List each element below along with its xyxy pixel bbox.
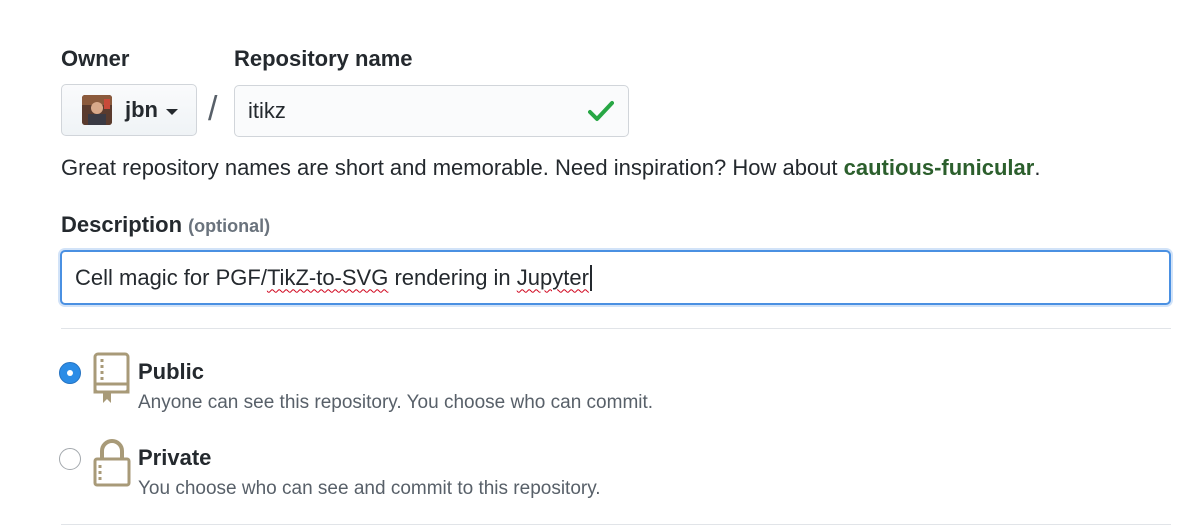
check-icon (588, 101, 614, 121)
description-value: Cell magic for PGF/TikZ-to-SVG rendering… (75, 265, 589, 291)
private-title: Private (138, 445, 212, 470)
owner-select-button[interactable]: jbn (61, 84, 197, 136)
owner-label: Owner (61, 46, 130, 71)
optional-hint: (optional) (188, 216, 271, 236)
create-repository-form: Owner jbn / Repository name itikz Great … (0, 0, 1200, 530)
private-radio[interactable] (59, 448, 81, 470)
help-text: Great repository names are short and mem… (61, 155, 844, 180)
description-text-1: Cell magic for PGF/ (75, 264, 267, 290)
name-suggestion-link[interactable]: cautious-funicular (844, 155, 1035, 180)
repo-book-icon (93, 352, 130, 403)
chevron-down-icon (166, 108, 178, 115)
avatar (82, 95, 112, 125)
public-description: Anyone can see this repository. You choo… (138, 392, 654, 413)
private-description: You choose who can see and commit to thi… (138, 478, 601, 499)
description-label-text: Description (61, 212, 183, 237)
repository-name-help: Great repository names are short and mem… (61, 155, 1040, 181)
description-text-4: Jupyter (516, 264, 589, 290)
description-label: Description (optional) (61, 212, 270, 238)
text-cursor (589, 264, 592, 291)
owner-name: jbn (125, 97, 158, 122)
public-title: Public (138, 359, 205, 384)
description-text-2: TikZ-to-SVG (266, 264, 389, 290)
divider-bottom (61, 524, 1171, 525)
description-input[interactable]: Cell magic for PGF/TikZ-to-SVG rendering… (60, 250, 1171, 305)
repository-name-value: itikz (248, 98, 286, 123)
description-text-3: rendering in (388, 264, 517, 290)
divider-top (61, 328, 1171, 329)
repository-name-label: Repository name (234, 46, 413, 71)
repository-name-input[interactable]: itikz (234, 85, 629, 137)
lock-icon (93, 439, 131, 487)
help-text-end: . (1034, 155, 1041, 180)
owner-repo-separator: / (208, 90, 218, 128)
public-radio[interactable] (59, 362, 81, 384)
